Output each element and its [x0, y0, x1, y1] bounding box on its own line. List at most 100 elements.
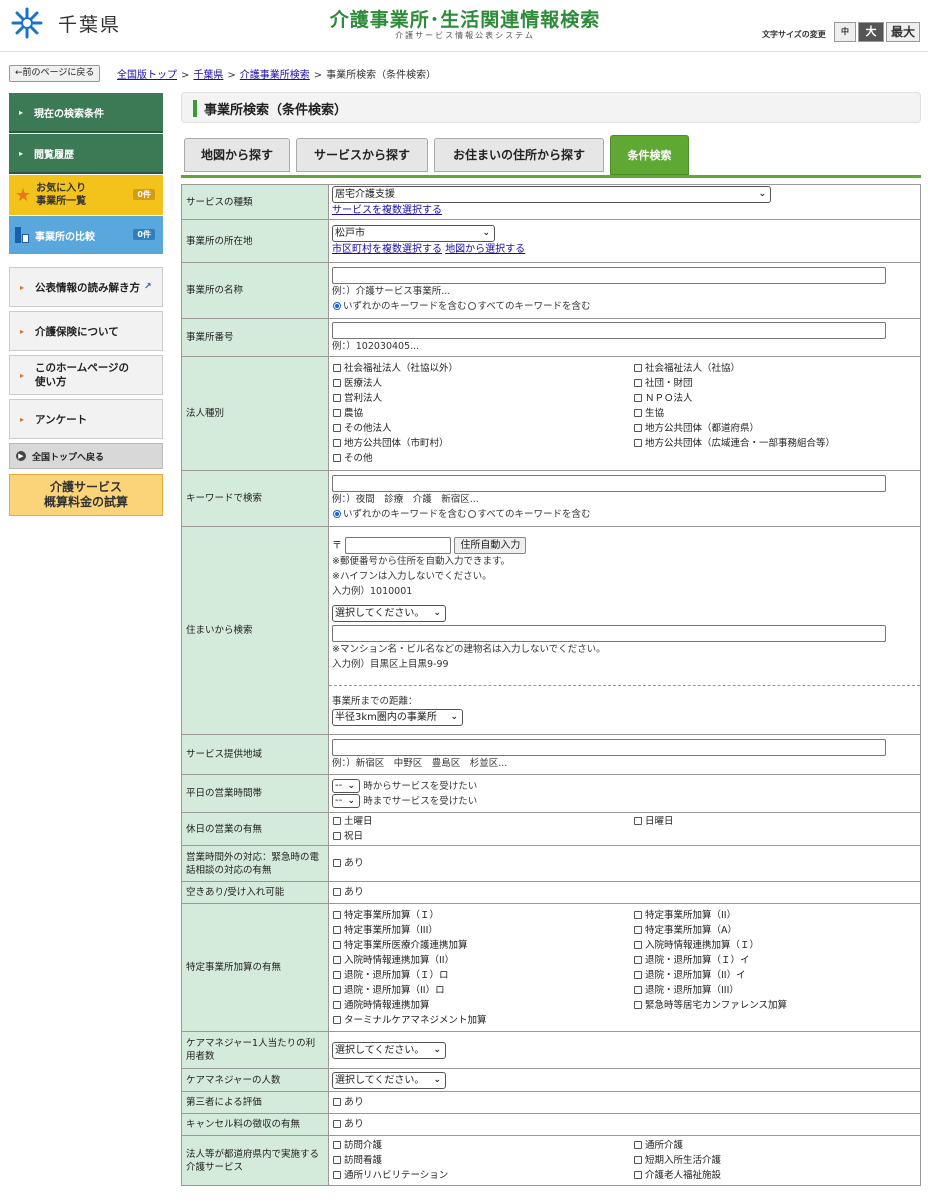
cm-count-select[interactable]: 選択してください。 ⌄: [332, 1071, 446, 1089]
breadcrumb-facility-search[interactable]: 介護事業所検索: [240, 70, 310, 81]
corp-service-option[interactable]: 通所介護: [633, 1138, 913, 1153]
special-addition-option[interactable]: 通院時情報連携加算: [332, 998, 633, 1013]
prefecture-select[interactable]: 選択してください。 ⌄: [332, 604, 446, 622]
checkbox[interactable]: [634, 394, 642, 402]
corp-type-option[interactable]: 社会福祉法人（社協以外）: [332, 361, 633, 376]
corp-service-option[interactable]: 通所リハビリテーション: [332, 1168, 633, 1183]
keyword-any-radio[interactable]: [333, 510, 341, 518]
breadcrumb-prefecture[interactable]: 千葉県: [193, 70, 223, 81]
address-auto-input-button[interactable]: 住所自動入力: [454, 536, 527, 554]
hours-from-select[interactable]: -- ⌄: [332, 778, 360, 793]
corp-type-option[interactable]: 生協: [633, 406, 913, 421]
checkbox[interactable]: [333, 910, 341, 919]
corp-type-option[interactable]: 医療法人: [332, 376, 633, 391]
sidebar-link-survey[interactable]: ▸ アンケート: [9, 399, 163, 439]
service-area-input[interactable]: [332, 738, 886, 756]
sidebar-fee-estimate[interactable]: 介護サービス 概算料金の試算: [9, 474, 163, 516]
facility-name-input[interactable]: [332, 267, 886, 284]
tab-service[interactable]: サービスから探す: [296, 138, 428, 172]
sidebar-history[interactable]: ▸ 閲覧履歴: [9, 134, 163, 174]
checkbox[interactable]: [333, 817, 341, 825]
checkbox[interactable]: [634, 955, 642, 964]
special-addition-option[interactable]: 特定事業所加算（III）: [332, 923, 633, 938]
checkbox[interactable]: [634, 970, 642, 979]
location-select[interactable]: 松戸市 ⌄: [332, 225, 495, 242]
city-multi-select-link[interactable]: 市区町村を複数選択する: [332, 244, 442, 255]
corp-type-option[interactable]: その他: [332, 451, 633, 466]
checkbox[interactable]: [333, 970, 341, 979]
checkbox[interactable]: [333, 439, 341, 447]
checkbox[interactable]: [333, 409, 341, 417]
corp-type-option[interactable]: 地方公共団体（市町村）: [332, 436, 633, 451]
emergency-checkbox[interactable]: [333, 858, 341, 867]
chiba-logo-icon[interactable]: [10, 6, 44, 40]
distance-select[interactable]: 半径3km圏内の事業所 ⌄: [332, 708, 463, 726]
checkbox[interactable]: [333, 454, 341, 462]
keyword-all-radio[interactable]: [467, 510, 476, 518]
checkbox[interactable]: [333, 379, 341, 387]
checkbox[interactable]: [634, 1000, 642, 1009]
cm-users-select[interactable]: 選択してください。 ⌄: [332, 1041, 446, 1059]
checkbox[interactable]: [634, 1156, 642, 1164]
special-addition-option[interactable]: 退院・退所加算（II）イ: [633, 968, 913, 983]
checkbox[interactable]: [333, 832, 341, 840]
special-addition-option[interactable]: 退院・退所加算（Ｉ）イ: [633, 953, 913, 968]
sidebar-compare[interactable]: 事業所の比較 0件: [9, 216, 163, 254]
checkbox[interactable]: [333, 955, 341, 964]
postal-code-input[interactable]: [345, 536, 452, 554]
cancel-fee-checkbox[interactable]: [333, 1119, 341, 1128]
checkbox[interactable]: [333, 925, 341, 934]
corp-type-option[interactable]: ＮＰＯ法人: [633, 391, 913, 406]
special-addition-option[interactable]: 緊急時等居宅カンファレンス加算: [633, 998, 913, 1013]
checkbox[interactable]: [634, 940, 642, 949]
back-button[interactable]: ←前のページに戻る: [9, 65, 101, 82]
checkbox[interactable]: [634, 364, 642, 372]
third-party-checkbox[interactable]: [333, 1097, 341, 1106]
checkbox[interactable]: [634, 1141, 642, 1149]
corp-type-option[interactable]: その他法人: [332, 421, 633, 436]
holiday-option[interactable]: 日曜日: [633, 814, 913, 829]
sidebar-link-reading-guide[interactable]: ▸ 公表情報の読み解き方 ↗: [9, 267, 163, 307]
facility-number-input[interactable]: [332, 321, 886, 339]
checkbox[interactable]: [333, 1141, 341, 1149]
special-addition-option[interactable]: 退院・退所加算（III）: [633, 983, 913, 998]
corp-type-option[interactable]: 社会福祉法人（社協）: [633, 361, 913, 376]
checkbox[interactable]: [333, 364, 341, 372]
checkbox[interactable]: [333, 1000, 341, 1009]
keyword-input[interactable]: [332, 475, 886, 492]
tab-address[interactable]: お住まいの住所から探す: [434, 138, 604, 172]
map-select-link[interactable]: 地図から選択する: [445, 244, 525, 255]
tab-condition[interactable]: 条件検索: [610, 135, 689, 175]
special-addition-option[interactable]: 入院時情報連携加算（II）: [332, 953, 633, 968]
checkbox[interactable]: [634, 379, 642, 387]
font-size-largest-button[interactable]: 最大: [886, 22, 920, 42]
special-addition-option[interactable]: 特定事業所加算（A）: [633, 923, 913, 938]
address-input[interactable]: [332, 624, 886, 642]
checkbox[interactable]: [333, 985, 341, 994]
corp-service-option[interactable]: 訪問介護: [332, 1138, 633, 1153]
font-size-large-button[interactable]: 大: [858, 22, 884, 42]
tab-map[interactable]: 地図から探す: [184, 138, 290, 172]
name-all-radio[interactable]: [467, 302, 476, 310]
checkbox[interactable]: [333, 1156, 341, 1164]
checkbox[interactable]: [634, 1171, 642, 1179]
hours-to-select[interactable]: -- ⌄: [332, 793, 360, 808]
holiday-option[interactable]: 土曜日: [332, 814, 633, 829]
checkbox[interactable]: [634, 439, 642, 447]
special-addition-option[interactable]: 退院・退所加算（Ｉ）ロ: [332, 968, 633, 983]
sidebar-favorites[interactable]: ★ お気に入り 事業所一覧 0件: [9, 175, 163, 215]
checkbox[interactable]: [333, 424, 341, 432]
corp-type-option[interactable]: 営利法人: [332, 391, 633, 406]
corp-type-option[interactable]: 農協: [332, 406, 633, 421]
sidebar-national-top[interactable]: ▶ 全国トップへ戻る: [9, 443, 163, 469]
vacancy-checkbox[interactable]: [333, 887, 341, 896]
corp-service-option[interactable]: 介護老人福祉施設: [633, 1168, 913, 1183]
special-addition-option[interactable]: 特定事業所医療介護連携加算: [332, 938, 633, 953]
corp-service-option[interactable]: 短期入所生活介護: [633, 1153, 913, 1168]
name-any-radio[interactable]: [333, 302, 341, 310]
service-type-select[interactable]: 居宅介護支援 ⌄: [332, 186, 771, 203]
special-addition-option[interactable]: 入院時情報連携加算（Ｉ）: [633, 938, 913, 953]
special-addition-option[interactable]: 特定事業所加算（Ｉ）: [332, 908, 633, 923]
special-addition-option[interactable]: 特定事業所加算（II）: [633, 908, 913, 923]
font-size-medium-button[interactable]: 中: [834, 22, 856, 42]
